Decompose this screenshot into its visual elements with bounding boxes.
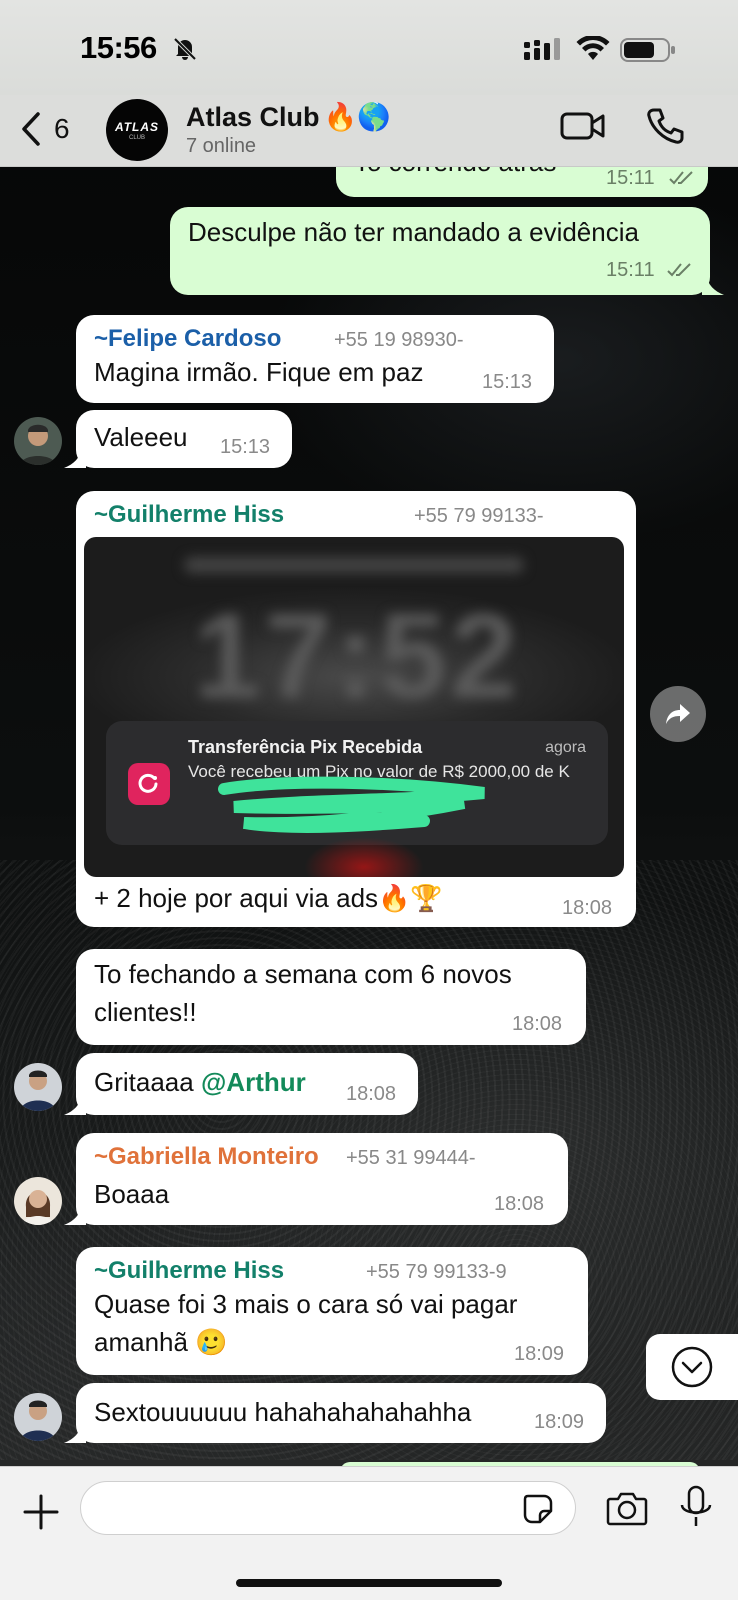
avatar[interactable] <box>14 1177 62 1225</box>
pix-notification-screenshot[interactable]: 17:52 Transferência Pix Recebida agora V… <box>84 537 624 877</box>
mention-link[interactable]: @Arthur <box>201 1067 306 1097</box>
chevron-down-circle-icon <box>671 1346 713 1388</box>
message-bubble-incoming[interactable]: Valeeeu 15:13 <box>76 410 292 468</box>
bubble-tail <box>64 1423 86 1443</box>
message-text-plain: Gritaaaa <box>94 1067 201 1097</box>
message-time: 15:13 <box>482 371 533 393</box>
message-text: Magina irmão. Fique em paz <box>94 357 424 387</box>
person-avatar-icon <box>14 1063 62 1111</box>
redaction-scribble <box>218 776 485 833</box>
message-text-line: amanhã 🥲 <box>94 1327 228 1357</box>
group-online-count: 7 online <box>186 135 257 157</box>
message-bubble-outgoing[interactable]: To correndo atras 15:11 <box>336 167 708 197</box>
message-time: 18:08 <box>494 1193 545 1215</box>
person-avatar-icon <box>14 1393 62 1441</box>
message-text: Valeeeu <box>94 422 188 452</box>
message-bubble-incoming[interactable]: Gritaaaa @Arthur 18:08 <box>76 1053 418 1115</box>
sender-name: ~Guilherme Hiss <box>94 501 285 528</box>
status-bar: 15:56 <box>0 0 738 95</box>
sender-name: ~Guilherme Hiss <box>94 1257 285 1284</box>
notification-time: agora <box>545 739 586 756</box>
bank-app-icon <box>128 763 170 805</box>
message-text: To correndo atras <box>354 167 556 181</box>
forward-button[interactable] <box>650 686 706 742</box>
message-input[interactable] <box>80 1481 576 1535</box>
forward-arrow-icon <box>666 704 690 724</box>
avatar[interactable] <box>14 417 62 465</box>
notification-title: Transferência Pix Recebida <box>188 737 423 757</box>
message-time: 18:08 <box>346 1083 397 1105</box>
group-logo-text: ATLAS <box>114 119 160 134</box>
group-name[interactable]: Atlas Club 🔥🌎 <box>186 101 391 133</box>
avatar[interactable] <box>14 1063 62 1111</box>
message-bubble-incoming-image[interactable]: ~Guilherme Hiss +55 79 99133- 17:52 Tran… <box>76 491 636 927</box>
blurred-date <box>184 557 524 573</box>
bubble-tail <box>64 1095 86 1115</box>
microphone-icon[interactable] <box>678 1485 714 1529</box>
message-bubble-incoming[interactable]: ~Guilherme Hiss +55 79 99133-9 Quase foi… <box>76 1247 588 1375</box>
avatar[interactable] <box>14 1393 62 1441</box>
message-time: 15:11 <box>606 259 655 281</box>
person-avatar-icon <box>14 417 62 465</box>
bell-off-icon <box>173 37 197 61</box>
sender-name: ~Felipe Cardoso <box>94 325 282 352</box>
cellular-signal-icon <box>524 38 560 60</box>
message-text: + 2 hoje por aqui via ads🔥🏆 <box>94 883 443 913</box>
message-time: 18:09 <box>514 1343 565 1365</box>
message-time: 15:11 <box>606 167 655 189</box>
sticker-icon[interactable] <box>522 1493 554 1525</box>
message-text-line: clientes!! <box>94 997 197 1027</box>
back-button[interactable]: 6 <box>18 107 88 151</box>
message-bubble-incoming[interactable]: ~Gabriella Monteiro +55 31 99444- Boaaa … <box>76 1133 568 1225</box>
group-name-emoji: 🔥🌎 <box>323 102 391 132</box>
chevron-left-icon <box>22 112 40 146</box>
unread-chats-count: 6 <box>54 113 70 144</box>
group-avatar[interactable]: ATLAS CLUB <box>106 99 168 161</box>
sender-phone: +55 19 98930- <box>334 329 464 351</box>
group-name-text: Atlas Club <box>186 101 320 132</box>
message-text: Boaaa <box>94 1179 170 1209</box>
read-receipt-icon <box>669 171 693 185</box>
plus-icon[interactable] <box>22 1493 60 1531</box>
message-text: Desculpe não ter mandado a evidência <box>188 217 639 247</box>
message-time: 18:09 <box>534 1411 585 1433</box>
chat-message-list[interactable]: To correndo atras 15:11 Desculpe não ter… <box>0 167 738 1465</box>
message-text-line: Quase foi 3 mais o cara só vai pagar <box>94 1289 518 1319</box>
phone-call-icon[interactable] <box>646 107 684 145</box>
sender-name: ~Gabriella Monteiro <box>94 1143 319 1170</box>
message-text-line: To fechando a semana com 6 novos <box>94 959 512 989</box>
group-logo-subtext: CLUB <box>128 134 145 141</box>
message-bubble-outgoing[interactable]: Desculpe não ter mandado a evidência 15:… <box>170 207 710 295</box>
bubble-tail <box>64 448 86 468</box>
chat-header: 6 ATLAS CLUB Atlas Club 🔥🌎 7 online <box>0 95 738 167</box>
read-receipt-icon <box>667 263 691 277</box>
home-indicator[interactable] <box>236 1579 502 1587</box>
blurred-lockscreen-time: 17:52 <box>194 589 521 723</box>
message-bubble-incoming[interactable]: ~Felipe Cardoso +55 19 98930- Magina irm… <box>76 315 554 403</box>
message-bubble-incoming[interactable]: To fechando a semana com 6 novos cliente… <box>76 949 586 1045</box>
message-text: Gritaaaa @Arthur <box>94 1063 306 1101</box>
message-time: 15:13 <box>220 436 271 458</box>
message-bubble-incoming[interactable]: Sextouuuuuu hahahahahahahha 18:09 <box>76 1383 606 1443</box>
video-call-icon[interactable] <box>560 109 606 143</box>
wifi-icon <box>576 36 610 60</box>
sender-phone: +55 31 99444- <box>346 1147 476 1169</box>
camera-icon[interactable] <box>606 1489 648 1527</box>
scroll-to-bottom-button[interactable] <box>646 1334 738 1400</box>
message-time: 18:08 <box>562 897 613 919</box>
battery-icon <box>620 38 675 62</box>
bubble-tail <box>702 275 724 295</box>
sender-phone: +55 79 99133- <box>414 505 544 527</box>
person-avatar-icon <box>14 1177 62 1225</box>
message-time: 18:08 <box>512 1013 563 1035</box>
message-text: Sextouuuuuu hahahahahahahha <box>94 1397 472 1427</box>
bubble-tail <box>64 1205 86 1225</box>
sender-phone: +55 79 99133-9 <box>366 1261 507 1283</box>
red-glow <box>304 837 424 877</box>
status-time: 15:56 <box>80 30 157 65</box>
message-composer <box>0 1466 738 1600</box>
